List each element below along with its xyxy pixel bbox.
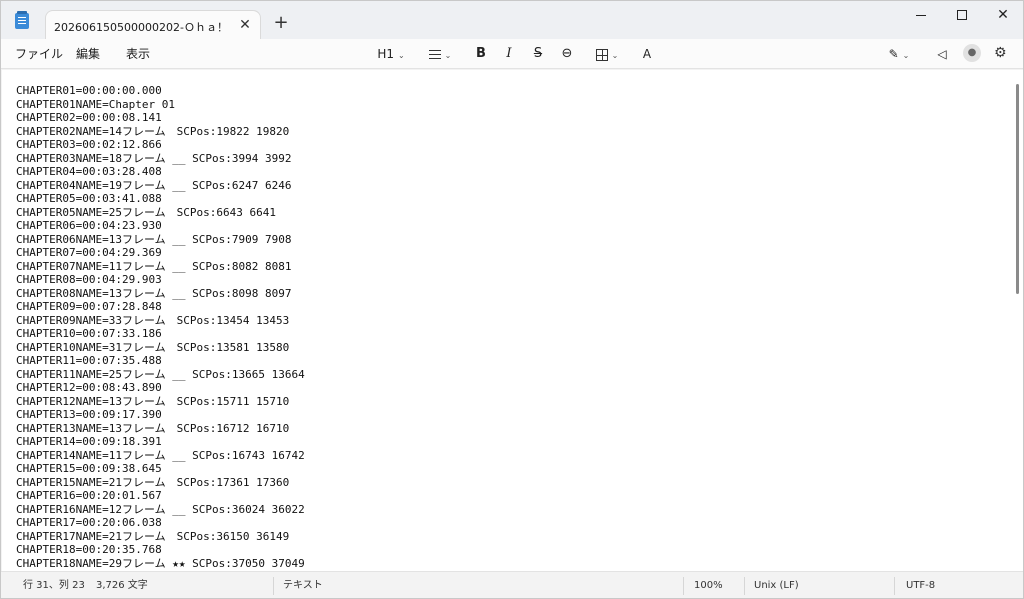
document-tab[interactable]: 202606150500000202-Ｏｈａ！４ ✕ [45,10,261,40]
encoding[interactable]: UTF-8 [906,579,935,593]
menu-edit[interactable]: 編集 [76,45,100,63]
text-line: CHAPTER15=00:09:38.645 [16,462,162,475]
chevron-down-icon: ⌄ [902,51,910,60]
italic-button[interactable]: I [501,44,517,64]
text-line: CHAPTER07NAME=11フレーム __ SCPos:8082 8081 [16,259,292,273]
text-line: CHAPTER18=00:20:35.768 [16,543,162,556]
zoom-level[interactable]: 100% [694,579,723,593]
link-icon: ⊖ [561,46,573,61]
text-line: CHAPTER01=00:00:00.000 [16,84,162,97]
divider [273,577,274,595]
text-line: CHAPTER08=00:04:29.903 [16,273,162,286]
text-line: CHAPTER14=00:09:18.391 [16,435,162,448]
text-line: CHAPTER05NAME=25フレーム SCPos:6643 6641 [16,205,276,219]
feedback-button[interactable]: ◁ [933,44,951,64]
vertical-scrollbar[interactable] [1016,84,1019,294]
tab-close-icon[interactable]: ✕ [234,14,256,36]
clear-formatting-button[interactable]: A [638,44,656,64]
text-line: CHAPTER03NAME=18フレーム __ SCPos:3994 3992 [16,151,292,165]
heading-label: H1 [377,47,394,61]
menu-file[interactable]: ファイル [15,45,63,63]
text-editor[interactable]: CHAPTER01=00:00:00.000 CHAPTER01NAME=Chap… [2,70,1023,571]
notepad-window: 202606150500000202-Ｏｈａ！４ ✕ + ✕ ファイル 編集 表… [0,0,1024,599]
text-line: CHAPTER10NAME=31フレーム SCPos:13581 13580 [16,340,290,354]
text-line: CHAPTER12=00:08:43.890 [16,381,162,394]
list-dropdown[interactable]: ⌄ [423,44,457,64]
notepad-app-icon [15,11,29,29]
link-button[interactable]: ⊖ [558,44,576,64]
table-dropdown[interactable]: ⌄ [590,44,624,64]
line-ending[interactable]: Unix (LF) [754,579,799,593]
divider [744,577,745,595]
minimize-button[interactable] [901,1,941,31]
file-format[interactable]: テキスト [283,579,323,593]
status-bar: 行 31、列 23 3,726 文字 テキスト 100% Unix (LF) U… [1,571,1023,598]
text-line: CHAPTER17=00:20:06.038 [16,516,162,529]
divider [683,577,684,595]
menu-view[interactable]: 表示 [126,45,150,63]
new-tab-button[interactable]: + [269,11,293,35]
text-line: CHAPTER08NAME=13フレーム __ SCPos:8098 8097 [16,286,292,300]
menu-bar: ファイル 編集 表示 H1 ⌄ ⌄ B I S ⊖ ⌄ A ✎ ⌄ ◁ [1,39,1023,69]
text-line: CHAPTER05=00:03:41.088 [16,192,162,205]
cursor-position[interactable]: 行 31、列 23 [23,579,85,593]
copilot-dropdown[interactable]: ✎ ⌄ [883,44,915,64]
tab-title: 202606150500000202-Ｏｈａ！４ [54,21,224,34]
text-line: CHAPTER04=00:03:28.408 [16,165,162,178]
text-line: CHAPTER01NAME=Chapter 01 [16,97,175,111]
text-line: CHAPTER10=00:07:33.186 [16,327,162,340]
divider [894,577,895,595]
list-icon [428,50,441,59]
character-count: 3,726 文字 [96,580,148,591]
text-line: CHAPTER07=00:04:29.369 [16,246,162,259]
chevron-down-icon: ⌄ [611,51,619,60]
heading-dropdown[interactable]: H1 ⌄ [373,44,409,64]
maximize-icon [957,10,967,20]
close-window-button[interactable]: ✕ [983,1,1023,31]
text-line: CHAPTER16=00:20:01.567 [16,489,162,502]
text-line: CHAPTER06NAME=13フレーム __ SCPos:7909 7908 [16,232,292,246]
text-line: CHAPTER02NAME=14フレーム SCPos:19822 19820 [16,124,290,138]
chevron-down-icon: ⌄ [444,51,452,60]
maximize-button[interactable] [942,1,982,31]
chevron-down-icon: ⌄ [397,51,405,60]
text-line: CHAPTER13=00:09:17.390 [16,408,162,421]
text-line: CHAPTER11NAME=25フレーム __ SCPos:13665 1366… [16,367,305,381]
title-bar: 202606150500000202-Ｏｈａ！４ ✕ + ✕ [1,1,1023,40]
copilot-icon: ✎ [888,47,899,61]
megaphone-icon: ◁ [937,47,947,61]
editor-content: CHAPTER01=00:00:00.000 CHAPTER01NAME=Chap… [16,84,1006,570]
table-icon [595,48,608,61]
text-line: CHAPTER15NAME=21フレーム SCPos:17361 17360 [16,475,290,489]
clear-format-icon: A [642,47,652,61]
text-line: CHAPTER11=00:07:35.488 [16,354,162,367]
text-line: CHAPTER09=00:07:28.848 [16,300,162,313]
text-line: CHAPTER18NAME=29フレーム ★★ SCPos:37050 3704… [16,556,305,570]
bold-button[interactable]: B [473,44,489,64]
text-line: CHAPTER17NAME=21フレーム SCPos:36150 36149 [16,529,290,543]
minimize-icon [916,14,926,16]
text-line: CHAPTER16NAME=12フレーム __ SCPos:36024 3602… [16,502,305,516]
text-line: CHAPTER04NAME=19フレーム __ SCPos:6247 6246 [16,178,292,192]
text-line: CHAPTER03=00:02:12.866 [16,138,162,151]
settings-button[interactable]: ⚙ [994,45,1007,61]
strikethrough-button[interactable]: S [530,44,546,64]
text-line: CHAPTER02=00:00:08.141 [16,111,162,124]
text-line: CHAPTER12NAME=13フレーム SCPos:15711 15710 [16,394,290,408]
text-line: CHAPTER06=00:04:23.930 [16,219,162,232]
account-avatar[interactable]: ● [963,44,981,62]
text-line: CHAPTER13NAME=13フレーム SCPos:16712 16710 [16,421,290,435]
gear-icon: ⚙ [994,45,1007,61]
text-line: CHAPTER14NAME=11フレーム __ SCPos:16743 1674… [16,448,305,462]
text-line: CHAPTER09NAME=33フレーム SCPos:13454 13453 [16,313,290,327]
person-icon: ● [967,47,977,58]
